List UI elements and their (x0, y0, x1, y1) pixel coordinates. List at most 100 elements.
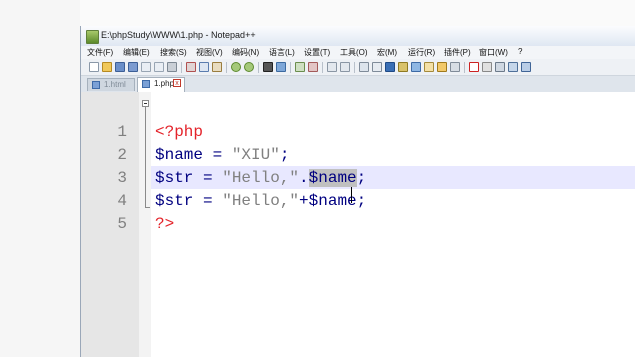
print-icon[interactable] (167, 62, 177, 72)
php-close-tag: ?> (155, 215, 175, 233)
tab-close-icon[interactable]: x (173, 79, 181, 87)
toolbar (81, 59, 635, 76)
menu-file[interactable]: 文件(F) (87, 47, 113, 58)
menu-plugins[interactable]: 插件(P) (444, 47, 471, 58)
user-lang-icon[interactable] (398, 62, 408, 72)
paste-icon[interactable] (212, 62, 222, 72)
fold-line (145, 107, 146, 207)
toolbar-separator (226, 62, 227, 73)
cut-icon[interactable] (186, 62, 196, 72)
zoom-in-icon[interactable] (295, 62, 305, 72)
undo-icon[interactable] (231, 62, 241, 72)
toolbar-separator (464, 62, 465, 73)
tab-1-php[interactable]: 1.php x (137, 77, 185, 92)
fold-collapse-icon[interactable] (142, 100, 149, 107)
menu-language[interactable]: 语言(L) (269, 47, 295, 58)
save-icon[interactable] (115, 62, 125, 72)
desktop-background (0, 0, 635, 26)
code-line-2: $name = "XIU"; (155, 146, 289, 164)
php-open-tag: <?php (155, 123, 204, 141)
semicolon: ; (356, 192, 367, 210)
line-number: 1 (117, 123, 127, 141)
code-line-1: <?php (155, 123, 203, 141)
sync-h-icon[interactable] (340, 62, 350, 72)
string-literal: "Hello," (222, 192, 300, 210)
toolbar-separator (322, 62, 323, 73)
show-all-icon[interactable] (372, 62, 382, 72)
desktop-left (0, 0, 80, 357)
toolbar-separator (258, 62, 259, 73)
monitor-icon[interactable] (450, 62, 460, 72)
file-saved-icon (92, 81, 100, 89)
semicolon: ; (356, 169, 367, 187)
title-bar[interactable]: E:\phpStudy\WWW\1.php - Notepad++ (81, 26, 635, 47)
operator: = (203, 146, 232, 164)
code-editor[interactable]: 1 2 3 4 5 <?php $name = "XIU"; $str = "H… (81, 92, 635, 357)
open-icon[interactable] (102, 62, 112, 72)
save-macro-icon[interactable] (521, 62, 531, 72)
variable: $str (155, 192, 194, 210)
indent-guide-icon[interactable] (385, 62, 395, 72)
menu-tools[interactable]: 工具(O) (340, 47, 368, 58)
menu-window[interactable]: 窗口(W) (479, 47, 508, 58)
line-number: 3 (117, 169, 127, 187)
find-icon[interactable] (263, 62, 273, 72)
variable: $name (308, 192, 357, 210)
menu-bar: 文件(F) 编辑(E) 搜索(S) 视图(V) 编码(N) 语言(L) 设置(T… (81, 46, 635, 59)
zoom-out-icon[interactable] (308, 62, 318, 72)
code-line-5: ?> (155, 215, 174, 233)
code-line-4: $str = "Hello,"+$name; (155, 192, 366, 210)
plus-operator: + (299, 192, 309, 210)
menu-search[interactable]: 搜索(S) (160, 47, 187, 58)
menu-macro[interactable]: 宏(M) (377, 47, 397, 58)
menu-help[interactable]: ? (518, 47, 522, 56)
notepad-window: E:\phpStudy\WWW\1.php - Notepad++ 文件(F) … (80, 26, 635, 357)
tab-label: 1.php (154, 79, 175, 88)
close-all-icon[interactable] (154, 62, 164, 72)
line-number: 4 (117, 192, 127, 210)
record-icon[interactable] (469, 62, 479, 72)
operator: = (193, 169, 223, 187)
text-cursor (351, 187, 352, 203)
toolbar-separator (181, 62, 182, 73)
tab-label: 1.html (104, 80, 126, 89)
play-multi-icon[interactable] (508, 62, 518, 72)
variable: $str (155, 169, 194, 187)
new-file-icon[interactable] (89, 62, 99, 72)
string-literal: "Hello," (222, 169, 300, 187)
function-list-icon[interactable] (424, 62, 434, 72)
variable: $name (155, 146, 204, 164)
fold-end (145, 207, 150, 208)
operator: = (193, 192, 223, 210)
concat-operator: . (299, 169, 309, 187)
menu-run[interactable]: 运行(R) (408, 47, 435, 58)
window-title: E:\phpStudy\WWW\1.php - Notepad++ (101, 30, 256, 40)
menu-settings[interactable]: 设置(T) (304, 47, 330, 58)
wrap-icon[interactable] (359, 62, 369, 72)
code-line-3: $str = "Hello,".$name; (155, 169, 366, 187)
notepad-app-icon (86, 30, 99, 44)
folder-workspace-icon[interactable] (437, 62, 447, 72)
copy-icon[interactable] (199, 62, 209, 72)
doc-map-icon[interactable] (411, 62, 421, 72)
semicolon: ; (279, 146, 290, 164)
redo-icon[interactable] (244, 62, 254, 72)
tab-bar: 1.html 1.php x (81, 76, 635, 93)
line-number: 2 (117, 146, 127, 164)
line-number: 5 (117, 215, 127, 233)
menu-edit[interactable]: 编辑(E) (123, 47, 150, 58)
sync-v-icon[interactable] (327, 62, 337, 72)
menu-encoding[interactable]: 编码(N) (232, 47, 259, 58)
menu-view[interactable]: 视图(V) (196, 47, 223, 58)
toolbar-separator (290, 62, 291, 73)
replace-icon[interactable] (276, 62, 286, 72)
close-icon[interactable] (141, 62, 151, 72)
selected-variable: $name (308, 169, 357, 187)
play-icon[interactable] (495, 62, 505, 72)
stop-icon[interactable] (482, 62, 492, 72)
tab-1-html[interactable]: 1.html (87, 78, 135, 91)
toolbar-separator (354, 62, 355, 73)
file-saved-icon (142, 80, 150, 88)
string-literal: "XIU" (231, 146, 280, 164)
save-all-icon[interactable] (128, 62, 138, 72)
